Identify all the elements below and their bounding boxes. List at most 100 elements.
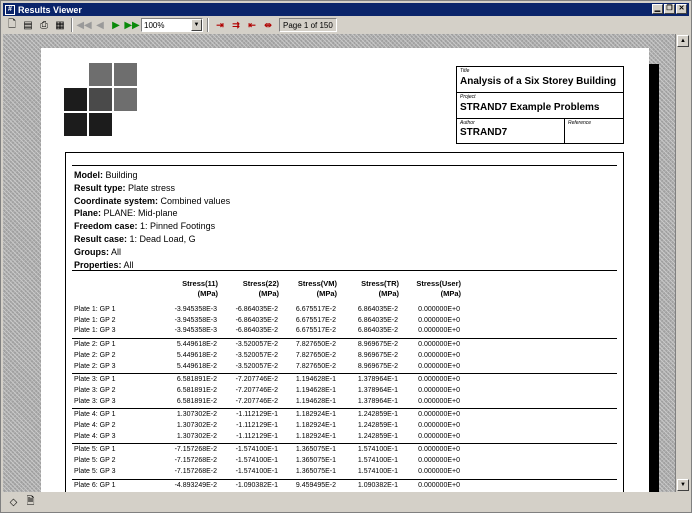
- stress-value: 1.378964E-1: [357, 376, 398, 384]
- row-label: Plate 1: GP 3: [74, 327, 116, 335]
- stress-value: 1.574100E-1: [357, 457, 398, 465]
- stress-value: -7.207746E-2: [235, 397, 278, 405]
- stress-value: -6.864035E-2: [235, 316, 278, 324]
- stress-value: 7.827650E-2: [295, 341, 336, 349]
- meta-value: All: [109, 246, 122, 257]
- stress-value: 1.378964E-1: [357, 386, 398, 394]
- save-icon[interactable]: ▤: [21, 18, 35, 32]
- stress-value: 1.365075E-1: [295, 446, 336, 454]
- table-row: Plate 4: GP 3 1.307302E-2 -1.112129E-1 1.18…: [74, 432, 614, 442]
- export-all-icon[interactable]: ⇉: [229, 18, 243, 32]
- meta-label: Coordinate system:: [74, 195, 159, 206]
- stress-value: 6.675517E-2: [295, 327, 336, 335]
- stress-value: 6.581891E-2: [176, 376, 217, 384]
- stress-value: 1.365075E-1: [295, 467, 336, 475]
- stress-value: 6.675517E-2: [295, 306, 336, 313]
- table-row: Plate 6: GP 1 -4.893249E-2 -1.090382E-1 9.4…: [74, 481, 614, 491]
- stress-value: 0.000000E+0: [418, 446, 460, 454]
- report-metadata: Model: Building Result type: Plate stress…: [74, 169, 230, 271]
- new-document-icon[interactable]: 🗋: [5, 18, 19, 32]
- stress-value: -7.157268E-2: [174, 457, 217, 465]
- stress-value: -1.574100E-1: [235, 446, 278, 454]
- minimize-button[interactable]: ▁: [652, 4, 663, 14]
- export-page-icon[interactable]: ⇥: [213, 18, 227, 32]
- meta-label: Properties:: [74, 259, 122, 270]
- page-setup-icon[interactable]: ▦: [53, 18, 67, 32]
- stress-value: 9.459495E-2: [295, 481, 336, 489]
- stress-value: -3.520057E-2: [235, 341, 278, 349]
- scroll-down-icon[interactable]: ▼: [677, 479, 689, 491]
- stress-value: 6.581891E-2: [176, 386, 217, 394]
- column-header: Stress(11) (MPa): [182, 279, 218, 298]
- stress-value: 1.242859E-1: [357, 411, 398, 419]
- stress-value: 1.194628E-1: [295, 386, 336, 394]
- stress-value: -7.157268E-2: [174, 446, 217, 454]
- chevron-down-icon[interactable]: ▼: [191, 19, 202, 31]
- stress-value: -1.574100E-1: [235, 467, 278, 475]
- stress-value: 8.969675E-2: [357, 351, 398, 359]
- table-row: Plate 3: GP 2 6.581891E-2 -7.207746E-2 1.19…: [74, 386, 614, 396]
- export-range-icon[interactable]: ⇤: [245, 18, 259, 32]
- stress-value: 1.090382E-1: [357, 481, 398, 489]
- stress-value: -6.864035E-2: [235, 306, 278, 313]
- author-label: Author: [460, 120, 475, 126]
- stress-value: 0.000000E+0: [418, 306, 460, 313]
- row-label: Plate 5: GP 3: [74, 467, 116, 475]
- table-row: Plate 1: GP 2 -3.945358E-3 -6.864035E-2 6.6…: [74, 316, 614, 326]
- export-end-icon[interactable]: ⇹: [261, 18, 275, 32]
- zoom-value: 100%: [144, 20, 165, 30]
- stress-value: -1.112129E-1: [236, 432, 278, 440]
- meta-line: Model: Building: [74, 169, 230, 182]
- stress-value: 6.864035E-2: [357, 306, 398, 313]
- row-label: Plate 2: GP 2: [74, 351, 116, 359]
- stress-value: 0.000000E+0: [418, 316, 460, 324]
- title-bar[interactable]: # Results Viewer ▁ ❐ ✕: [3, 3, 689, 16]
- stress-value: 7.827650E-2: [295, 362, 336, 370]
- stress-value: 0.000000E+0: [418, 467, 460, 475]
- row-label: Plate 3: GP 2: [74, 386, 116, 394]
- stress-value: -3.520057E-2: [235, 362, 278, 370]
- stress-value: 1.242859E-1: [357, 422, 398, 429]
- meta-label: Result type:: [74, 182, 126, 193]
- row-label: Plate 1: GP 2: [74, 316, 116, 324]
- status-bar: ◇ 🗎: [3, 494, 689, 511]
- stress-value: -3.945358E-3: [174, 306, 217, 313]
- results-viewer-window: # Results Viewer ▁ ❐ ✕ 🗋 ▤ ⎙ ▦ ◀◀ ◀ ▶ ▶▶…: [0, 0, 692, 513]
- close-button[interactable]: ✕: [676, 4, 687, 14]
- row-label: Plate 4: GP 2: [74, 422, 116, 429]
- meta-value: PLANE: Mid-plane: [101, 208, 178, 219]
- table-row: Plate 1: GP 1 -3.945358E-3 -6.864035E-2 6.6…: [74, 305, 614, 315]
- stress-value: -3.945358E-3: [174, 316, 217, 324]
- next-page-icon[interactable]: ▶: [109, 18, 123, 32]
- scroll-up-icon[interactable]: ▲: [677, 35, 689, 47]
- stress-value: 1.574100E-1: [357, 467, 398, 475]
- print-icon[interactable]: ⎙: [37, 18, 51, 32]
- table-row: Plate 5: GP 3 -7.157268E-2 -1.574100E-1 1.3…: [74, 467, 614, 477]
- stress-value: -3.520057E-2: [235, 351, 278, 359]
- restore-button[interactable]: ❐: [664, 4, 675, 14]
- stress-value: 6.864035E-2: [357, 316, 398, 324]
- stress-value: 1.378964E-1: [357, 397, 398, 405]
- stress-value: 0.000000E+0: [418, 362, 460, 370]
- stress-value: 8.969675E-2: [357, 341, 398, 349]
- stress-value: 6.675517E-2: [295, 316, 336, 324]
- table-row: Plate 3: GP 3 6.581891E-2 -7.207746E-2 1.19…: [74, 397, 614, 407]
- diamond-icon[interactable]: ◇: [7, 496, 20, 509]
- grid-app-icon: #: [5, 4, 15, 15]
- stress-value: 6.581891E-2: [176, 397, 217, 405]
- report-viewport[interactable]: Title Analysis of a Six Storey Building …: [3, 34, 689, 492]
- table-row: Plate 1: GP 3 -3.945358E-3 -6.864035E-2 6.6…: [74, 326, 614, 336]
- stress-value: 5.449618E-2: [176, 351, 217, 359]
- first-page-icon[interactable]: ◀◀: [76, 18, 91, 32]
- stress-value: -1.112129E-1: [236, 422, 278, 429]
- row-label: Plate 2: GP 3: [74, 362, 116, 370]
- row-label: Plate 4: GP 3: [74, 432, 116, 440]
- author-name: STRAND7: [460, 127, 508, 138]
- page-search-icon[interactable]: 🗎: [24, 496, 37, 509]
- zoom-select[interactable]: 100% ▼: [141, 18, 203, 32]
- meta-value: Building: [103, 170, 138, 180]
- previous-page-icon[interactable]: ◀: [93, 18, 107, 32]
- last-page-icon[interactable]: ▶▶: [124, 18, 139, 32]
- vertical-scrollbar[interactable]: ▲ ▼: [675, 34, 689, 492]
- reference-label: Reference: [568, 120, 592, 126]
